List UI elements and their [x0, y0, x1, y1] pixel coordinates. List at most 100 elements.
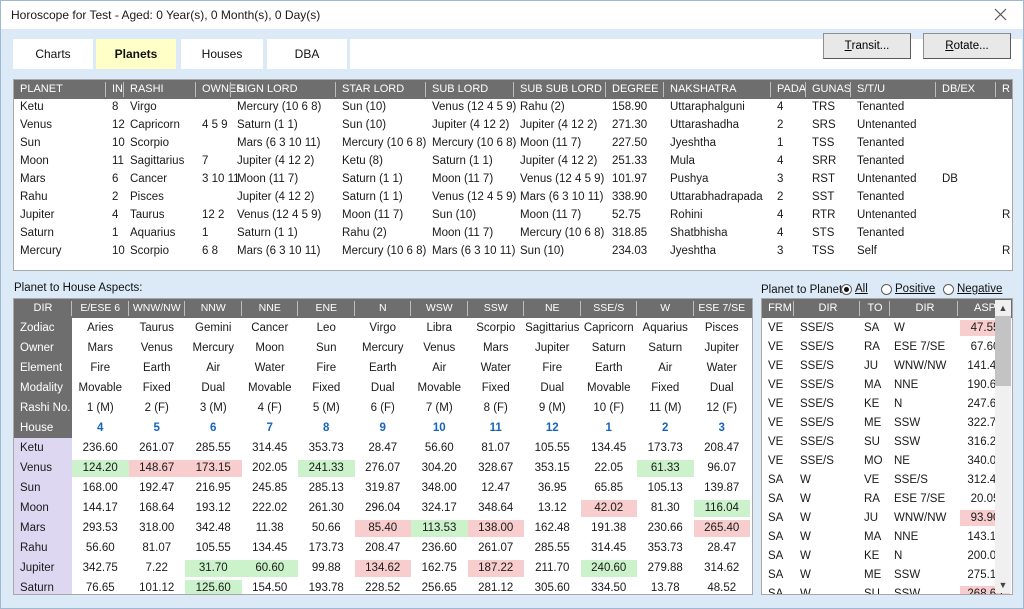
column-divider[interactable] [636, 301, 637, 316]
column-divider[interactable] [663, 82, 664, 97]
column-header-sub-lord[interactable]: SUB LORD [432, 83, 488, 95]
column-divider[interactable] [184, 301, 185, 316]
column-divider[interactable] [889, 301, 890, 316]
aspects-header-dir-3[interactable]: NNE [242, 302, 299, 314]
column-divider[interactable] [240, 301, 242, 316]
table-row[interactable]: Sun 168.00 192.47 216.95 245.85 285.13 319.87 3… [14, 478, 752, 498]
aspects-header-dir-4[interactable]: ENE [298, 302, 355, 314]
p2p-header-1[interactable]: DIR [796, 302, 860, 314]
column-divider[interactable] [513, 82, 514, 97]
column-divider[interactable] [71, 301, 72, 316]
column-divider[interactable] [995, 82, 996, 97]
table-row[interactable]: Element Fire Earth Air Water Fire Earth Air Wate… [14, 358, 752, 378]
aspects-header-dir-7[interactable]: SSW [468, 302, 525, 314]
table-row[interactable]: SA W SU SSW 268.65 [762, 584, 1012, 594]
planets-table[interactable]: PLANET IN RASHI OWNER SIGN LORD STAR LORD SUB … [13, 79, 1013, 271]
radio-negative[interactable]: Negative [943, 283, 1002, 295]
tab-dba[interactable]: DBA [267, 39, 347, 69]
column-divider[interactable] [805, 82, 806, 97]
table-row[interactable]: Venus 124.20 148.67 173.15 202.05 241.33 276.0… [14, 458, 752, 478]
table-row[interactable]: Jupiter 342.75 7.22 31.70 60.60 99.88 134.62 16… [14, 558, 752, 578]
aspects-header-dir-10[interactable]: W [637, 302, 694, 314]
table-row[interactable]: House 4 5 6 7 8 9 10 11 12 1 2 3 [14, 418, 752, 438]
radio-positive[interactable]: Positive [881, 283, 935, 295]
column-header-s-t-u[interactable]: S/T/U [857, 83, 885, 95]
table-row[interactable]: VE SSE/S MA NNE 190.67 [762, 375, 1012, 394]
table-row[interactable]: Rashi No. 1 (M) 2 (F) 3 (M) 4 (F) 5 (M) 6 (F) 7… [14, 398, 752, 418]
column-divider[interactable] [793, 301, 794, 316]
column-header-in[interactable]: IN [112, 83, 123, 95]
column-divider[interactable] [579, 301, 581, 316]
chevron-up-icon[interactable]: ▲ [995, 300, 1011, 316]
table-row[interactable]: SA W RA ESE 7/SE 20.05 [762, 489, 1012, 508]
table-row[interactable]: Mercury 10 Scorpio 6 8 Mars (6 3 10 11) Mercu… [14, 243, 1012, 261]
tab-houses[interactable]: Houses [181, 39, 263, 69]
radio-all[interactable]: All [841, 283, 868, 295]
table-row[interactable]: Mars 293.53 318.00 342.48 11.38 50.66 85.40 113… [14, 518, 752, 538]
table-row[interactable]: SA W KE N 200.05 [762, 546, 1012, 565]
aspects-header-dir-0[interactable]: E/ESE 6 [72, 302, 129, 314]
table-row[interactable]: VE SSE/S JU WNW/NW 141.45 [762, 356, 1012, 375]
table-row[interactable]: VE SSE/S MO NE 340.03 [762, 451, 1012, 470]
column-divider[interactable] [297, 301, 298, 316]
column-divider[interactable] [850, 82, 851, 97]
table-row[interactable]: Zodiac Aries Taurus Gemini Cancer Leo Virgo Lib… [14, 318, 752, 338]
column-divider[interactable] [692, 301, 694, 316]
transit-button[interactable]: Transit... [823, 33, 911, 59]
table-row[interactable]: Saturn 1 Aquarius 1 Saturn (1 1) Rahu (2) Moon… [14, 225, 1012, 243]
table-row[interactable]: SA W JU WNW/NW 93.90 [762, 508, 1012, 527]
column-divider[interactable] [425, 82, 426, 97]
column-header-nakshatra[interactable]: NAKSHATRA [670, 83, 736, 95]
column-header-sub-sub-lord[interactable]: SUB SUB LORD [520, 83, 602, 95]
p2p-header-2[interactable]: TO [862, 302, 888, 314]
column-divider[interactable] [127, 301, 129, 316]
column-divider[interactable] [335, 82, 336, 97]
column-header-degree[interactable]: DEGREE [612, 83, 658, 95]
chevron-down-icon[interactable]: ▼ [995, 577, 1011, 593]
column-header-star-lord[interactable]: STAR LORD [342, 83, 404, 95]
table-row[interactable]: Moon 11 Sagittarius 7 Jupiter (4 12 2) Ketu (… [14, 153, 1012, 171]
table-row[interactable]: VE SSE/S ME SSW 322.73 [762, 413, 1012, 432]
table-row[interactable]: VE SSE/S SU SSW 316.20 [762, 432, 1012, 451]
column-divider[interactable] [105, 82, 106, 97]
column-header-sign-lord[interactable]: SIGN LORD [237, 83, 298, 95]
column-divider[interactable] [466, 301, 468, 316]
table-row[interactable]: SA W VE SSE/S 312.45 [762, 470, 1012, 489]
table-row[interactable]: Venus 12 Capricorn 4 5 9 Saturn (1 1) Sun (10… [14, 117, 1012, 135]
column-divider[interactable] [859, 301, 860, 316]
column-divider[interactable] [230, 82, 231, 97]
column-divider[interactable] [123, 82, 124, 97]
aspects-header-dir-5[interactable]: N [355, 302, 412, 314]
column-divider[interactable] [935, 82, 936, 97]
aspects-header-dir-1[interactable]: WNW/NW [129, 302, 186, 314]
table-row[interactable]: Moon 144.17 168.64 193.12 222.02 261.30 296.04… [14, 498, 752, 518]
tab-planets[interactable]: Planets [96, 39, 176, 69]
column-divider[interactable] [353, 301, 355, 316]
aspects-header-dir-6[interactable]: WSW [411, 302, 468, 314]
table-row[interactable]: SA W ME SSW 275.18 [762, 565, 1012, 584]
table-row[interactable]: SA W MA NNE 143.12 [762, 527, 1012, 546]
p2p-header-0[interactable]: FRM [766, 302, 794, 314]
column-divider[interactable] [770, 82, 771, 97]
table-row[interactable]: Sun 10 Scorpio Mars (6 3 10 11) Mercury (10 … [14, 135, 1012, 153]
p2p-header-3[interactable]: DIR [892, 302, 958, 314]
column-header-gunas[interactable]: GUNAS [812, 83, 851, 95]
aspects-header-dir-11[interactable]: ESE 7/SE [694, 302, 751, 314]
table-row[interactable]: Ketu 236.60 261.07 285.55 314.45 353.73 28.47 5… [14, 438, 752, 458]
planet-to-planet-grid[interactable]: FRM DIR TO DIR ASP VE SSE/S SA W 47.55 VE SSE/S RA E… [761, 298, 1013, 595]
column-header-planet[interactable]: PLANET [20, 83, 63, 95]
table-row[interactable]: Mars 6 Cancer 3 10 11 Moon (11 7) Saturn (1 1… [14, 171, 1012, 189]
p2p-vertical-scrollbar[interactable]: ▲ ▼ [995, 300, 1011, 593]
column-divider[interactable] [957, 301, 958, 316]
column-divider[interactable] [410, 301, 411, 316]
column-divider[interactable] [605, 82, 606, 97]
table-row[interactable]: Rahu 56.60 81.07 105.55 134.45 173.73 208.47 23… [14, 538, 752, 558]
table-row[interactable]: VE SSE/S RA ESE 7/SE 67.60 [762, 337, 1012, 356]
scrollbar-thumb[interactable] [995, 316, 1011, 386]
aspects-header-dir-8[interactable]: NE [524, 302, 581, 314]
table-row[interactable]: Ketu 8 Virgo Mercury (10 6 8) Sun (10) Venus … [14, 99, 1012, 117]
tab-charts[interactable]: Charts [13, 39, 93, 69]
column-divider[interactable] [523, 301, 524, 316]
planet-to-house-aspects-grid[interactable]: DIR E/ESE 6 WNW/NW NNW NNE ENE N WSW SSW NE SSE/S W… [13, 298, 753, 595]
column-header-db-ex[interactable]: DB/EX [942, 83, 975, 95]
